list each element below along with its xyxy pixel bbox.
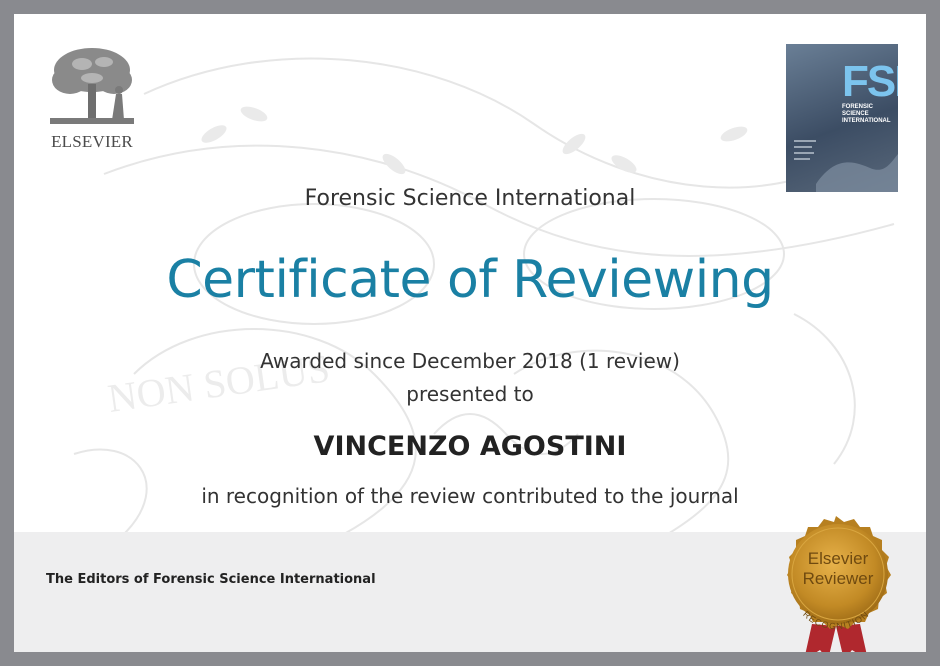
journal-name: Forensic Science International [304, 186, 636, 211]
presented-to-line: presented to [406, 382, 534, 406]
journal-cover: FSI FORENSIC SCIENCE INTERNATIONAL [786, 44, 898, 192]
recognition-line: in recognition of the review contributed… [201, 484, 739, 508]
seal-line-elsevier: Elsevier [808, 549, 869, 568]
reviewer-seal: Elsevier Reviewer RECOGNITION [787, 516, 891, 652]
publisher-wordmark: ELSEVIER [51, 132, 133, 151]
cover-artwork [794, 140, 898, 192]
certificate-title: Certificate of Reviewing [166, 250, 774, 310]
signatory-line: The Editors of Forensic Science Internat… [46, 572, 376, 587]
tree-emblem-icon [50, 48, 134, 124]
recipient-name: VINCENZO AGOSTINI [313, 431, 627, 462]
seal-line-reviewer: Reviewer [803, 569, 874, 588]
elsevier-logo: ELSEVIER [42, 44, 142, 154]
award-date-line: Awarded since December 2018 (1 review) [260, 349, 680, 373]
certificate: NON SOLUS ELSEVIER FS FORENSIC SCIENCE I… [14, 14, 926, 652]
